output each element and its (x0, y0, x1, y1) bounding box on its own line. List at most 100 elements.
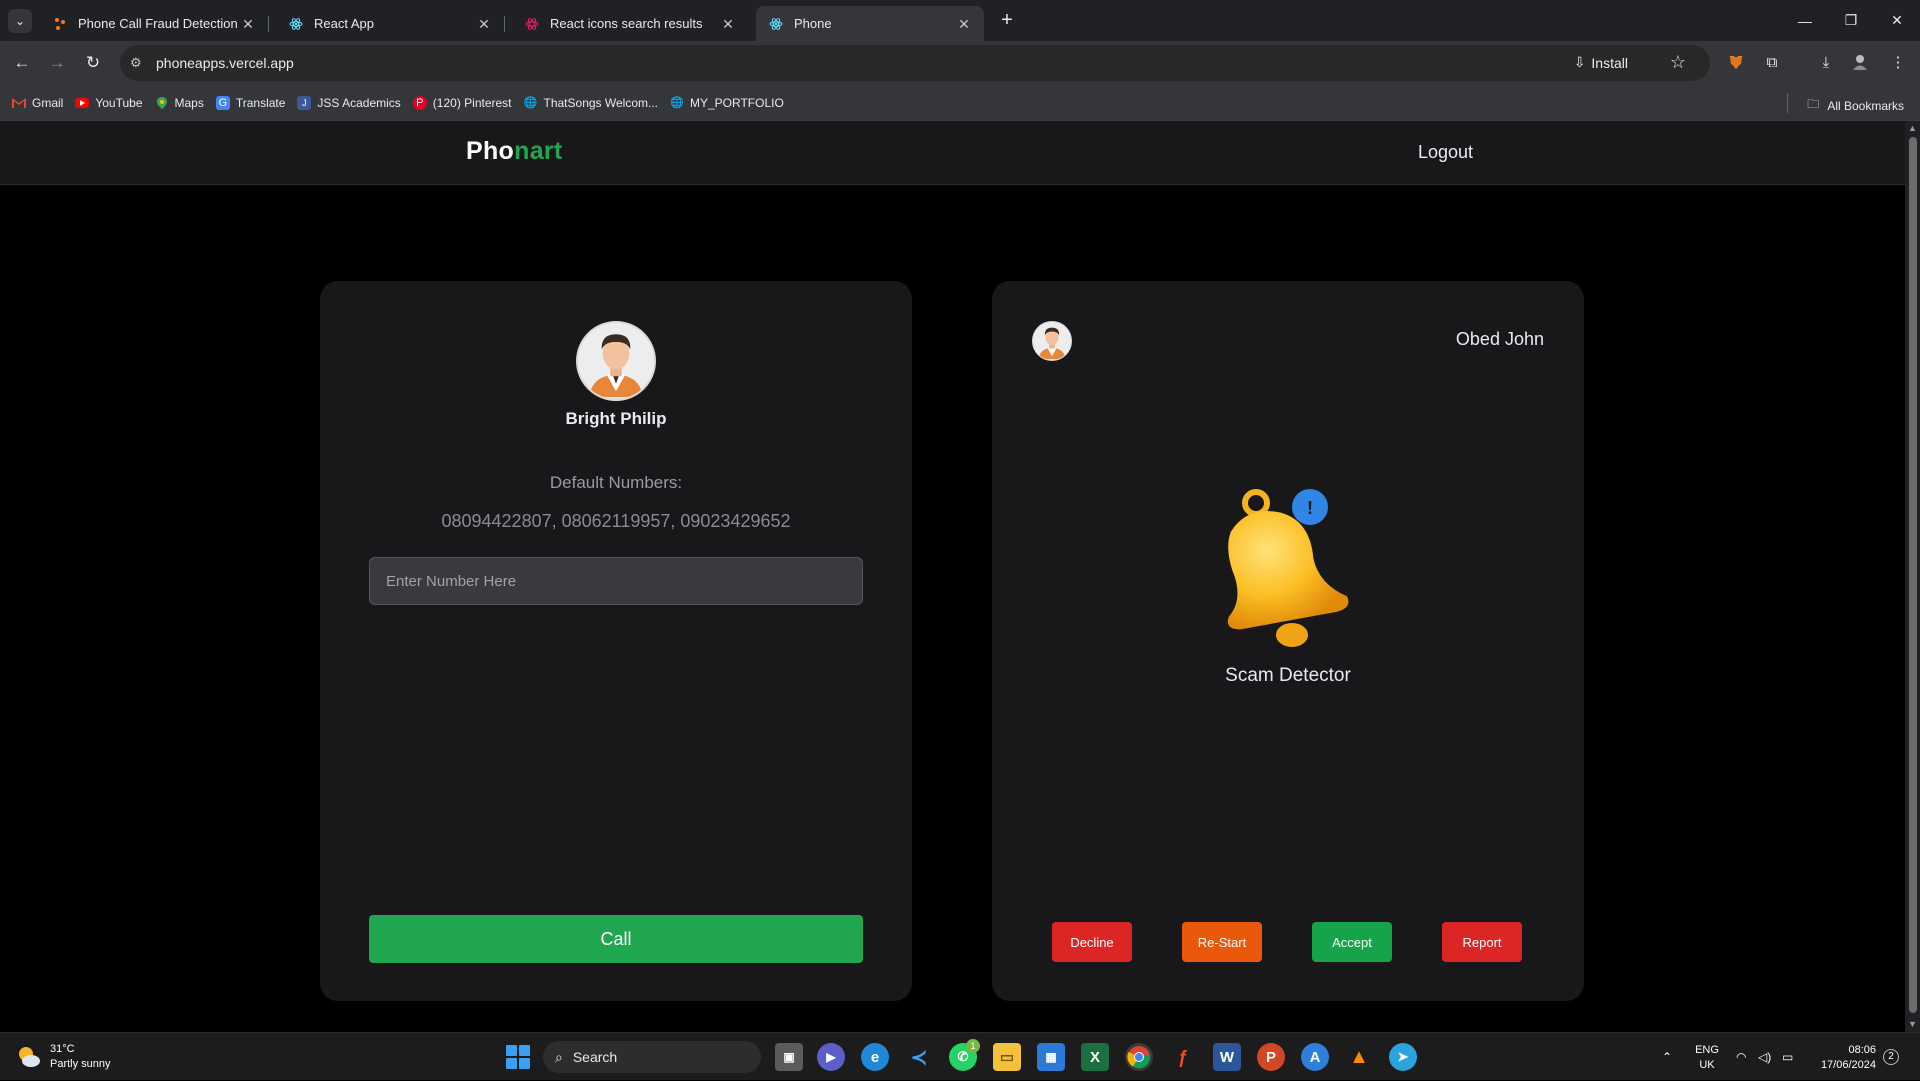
figma-icon[interactable]: ƒ (1169, 1043, 1197, 1071)
metamask-extension-icon[interactable] (1724, 50, 1748, 74)
reload-icon[interactable]: ↻ (80, 50, 106, 76)
minimize-icon[interactable]: — (1782, 0, 1828, 41)
page-viewport: Phonart Logout Bright Philip Default Num… (0, 121, 1905, 1032)
tab-fraud-detection[interactable]: Phone Call Fraud Detection | Ph ✕ (40, 6, 269, 41)
page-scrollbar[interactable]: ▲ ▼ (1905, 121, 1920, 1032)
volume-icon[interactable]: ◁) (1758, 1033, 1771, 1081)
react-favicon-icon (288, 16, 304, 32)
file-explorer-icon[interactable]: ▭ (993, 1043, 1021, 1071)
new-tab-plus-icon[interactable]: + (996, 10, 1018, 32)
bookmark-label: Translate (235, 95, 286, 110)
restore-icon[interactable]: ❐ (1828, 0, 1874, 41)
folder-icon: 🗀 (1807, 97, 1820, 111)
bookmarks-bar: Gmail YouTube Maps G Translate J JSS Aca… (0, 85, 1920, 121)
call-actions: Decline Re-Start Accept Report (992, 922, 1584, 962)
partly-sunny-icon (16, 1044, 42, 1070)
whatsapp-badge: 1 (966, 1039, 980, 1053)
brand-logo[interactable]: Phonart (466, 137, 563, 166)
weather-temp: 31°C (50, 1043, 75, 1055)
tab-react-icons[interactable]: React icons search results ✕ (512, 6, 748, 41)
lang-code: ENG (1695, 1044, 1719, 1056)
scrollbar-thumb[interactable] (1909, 137, 1917, 1013)
gmail-icon (12, 96, 26, 110)
bookmark-maps[interactable]: Maps (155, 96, 204, 110)
logout-button[interactable]: Logout (1418, 142, 1473, 163)
tab-close-icon[interactable]: ✕ (720, 16, 736, 32)
site-info-icon[interactable]: ⚙ (130, 55, 150, 71)
bookmark-jss[interactable]: J JSS Academics (297, 95, 401, 110)
bookmark-label: (120) Pinterest (432, 95, 512, 110)
phone-number-input[interactable] (369, 557, 863, 605)
bookmark-translate[interactable]: G Translate (215, 95, 286, 110)
all-bookmarks-label: All Bookmarks (1827, 98, 1904, 113)
chrome-icon[interactable] (1125, 1043, 1153, 1071)
battery-icon[interactable]: ▭ (1782, 1033, 1793, 1081)
tab-close-icon[interactable]: ✕ (956, 16, 972, 32)
vscode-icon[interactable]: ≺ (905, 1043, 933, 1071)
search-icon: ⌕ (555, 1048, 563, 1065)
svg-text:!: ! (1307, 498, 1313, 518)
bookmarks-divider (1787, 93, 1789, 113)
call-button[interactable]: Call (369, 915, 863, 963)
bookmark-thatsongs[interactable]: 🌐 ThatSongs Welcom... (524, 96, 658, 110)
bookmark-label: YouTube (95, 95, 143, 110)
youtube-icon (75, 97, 90, 108)
tab-react-app[interactable]: React App ✕ (276, 6, 505, 41)
language-indicator[interactable]: ENG UK (1690, 1043, 1724, 1073)
system-clock[interactable]: 08:06 17/06/2024 (1808, 1043, 1876, 1073)
powerpoint-icon[interactable]: P (1257, 1043, 1285, 1071)
maps-icon (155, 96, 169, 110)
accept-button[interactable]: Accept (1312, 922, 1392, 962)
weather-widget[interactable]: 31°C Partly sunny (16, 1042, 111, 1072)
address-bar[interactable]: ⚙ phoneapps.vercel.app ⇩ Install ☆ (120, 45, 1710, 81)
task-view-icon[interactable]: ▣ (775, 1043, 803, 1071)
weather-desc: Partly sunny (50, 1058, 111, 1070)
close-window-icon[interactable]: ✕ (1874, 0, 1920, 41)
bookmark-pinterest[interactable]: P (120) Pinterest (412, 95, 512, 110)
notification-count-badge[interactable]: 2 (1883, 1049, 1899, 1065)
caller-name: Bright Philip (565, 409, 667, 428)
tab-close-icon[interactable]: ✕ (476, 16, 492, 32)
clock-time: 08:06 (1848, 1044, 1876, 1056)
install-button[interactable]: ⇩ Install (1574, 54, 1628, 71)
report-button[interactable]: Report (1442, 922, 1522, 962)
profile-avatar-icon[interactable] (1848, 50, 1872, 74)
excel-icon[interactable]: X (1081, 1043, 1109, 1071)
scroll-up-arrow-icon[interactable]: ▲ (1908, 123, 1917, 133)
pinterest-icon: P (412, 95, 427, 110)
back-arrow-icon[interactable]: ← (9, 50, 35, 76)
taskbar-search[interactable]: ⌕ Search (543, 1041, 761, 1073)
wifi-icon[interactable]: ◠ (1736, 1033, 1746, 1081)
browser-menu-icon[interactable]: ⋮ (1886, 50, 1910, 74)
download-icon[interactable]: ⤓ (1814, 50, 1838, 74)
browser-chrome: ⌄ Phone Call Fraud Detection | Ph ✕ Reac… (0, 0, 1920, 121)
fraud-favicon-icon (52, 16, 68, 32)
word-icon[interactable]: W (1213, 1043, 1241, 1071)
lang-region: UK (1699, 1059, 1715, 1071)
scroll-down-arrow-icon[interactable]: ▼ (1908, 1019, 1917, 1029)
windows-start-icon[interactable] (506, 1045, 530, 1069)
restart-button[interactable]: Re-Start (1182, 922, 1262, 962)
store-icon[interactable]: ▦ (1037, 1043, 1065, 1071)
default-numbers-label: Default Numbers: (549, 473, 683, 492)
teams-icon[interactable]: ▶ (817, 1043, 845, 1071)
extensions-puzzle-icon[interactable]: ⧉ (1760, 50, 1784, 74)
telegram-icon[interactable]: ➤ (1389, 1043, 1417, 1071)
forward-arrow-icon[interactable]: → (44, 50, 70, 76)
tab-phone[interactable]: Phone ✕ (756, 6, 984, 41)
all-bookmarks-button[interactable]: 🗀 All Bookmarks (1787, 93, 1904, 116)
bookmark-star-icon[interactable]: ☆ (1670, 52, 1686, 73)
bookmark-portfolio[interactable]: 🌐 MY_PORTFOLIO (670, 96, 784, 110)
tab-close-icon[interactable]: ✕ (240, 16, 256, 32)
tray-chevron-icon[interactable]: ⌃ (1662, 1033, 1672, 1081)
start-tile (506, 1058, 517, 1069)
tab-search-button[interactable]: ⌄ (8, 9, 32, 33)
bookmark-label: MY_PORTFOLIO (690, 95, 784, 110)
caller-card: Bright Philip Default Numbers: 080944228… (320, 281, 912, 1001)
edge-icon[interactable]: e (861, 1043, 889, 1071)
bookmark-youtube[interactable]: YouTube (75, 95, 143, 110)
vlc-icon[interactable]: ▲ (1345, 1043, 1373, 1071)
bookmark-gmail[interactable]: Gmail (12, 96, 63, 110)
decline-button[interactable]: Decline (1052, 922, 1132, 962)
app-store-icon[interactable]: A (1301, 1043, 1329, 1071)
